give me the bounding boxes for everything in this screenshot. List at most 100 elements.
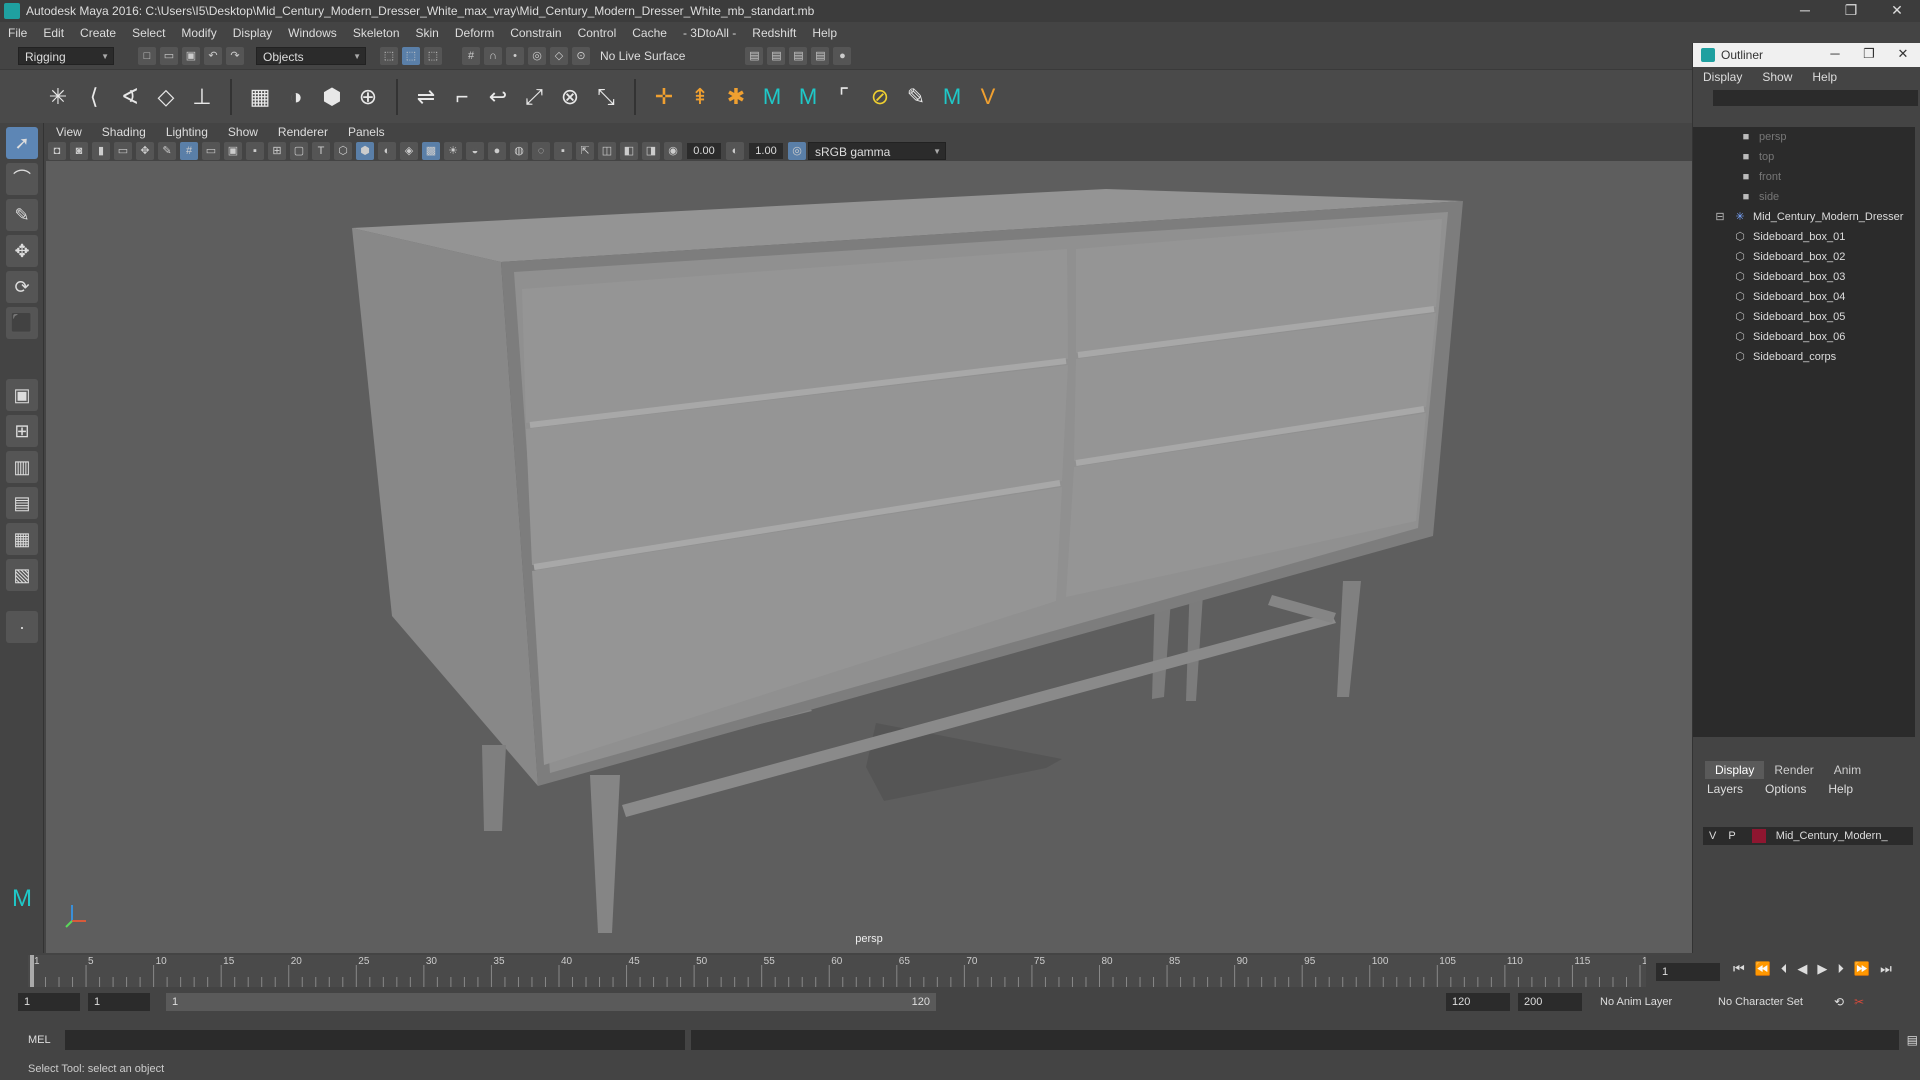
play-backward-icon[interactable]: ◀ <box>1797 961 1807 977</box>
menu-windows[interactable]: Windows <box>288 26 337 40</box>
xray-joints-icon[interactable]: ◧ <box>620 142 638 160</box>
range-slider-handle[interactable]: 1 120 <box>166 993 936 1011</box>
hypershade-icon[interactable]: ● <box>833 47 852 65</box>
menu-constrain[interactable]: Constrain <box>510 26 561 40</box>
outliner-item[interactable]: ⬡ Sideboard_box_01 <box>1693 227 1915 247</box>
isolate-select-icon[interactable]: ⇱ <box>576 142 594 160</box>
persp-viewport[interactable]: persp <box>46 161 1692 953</box>
resolution-gate-icon[interactable]: ▣ <box>224 142 242 160</box>
menu-create[interactable]: Create <box>80 26 116 40</box>
tab-render[interactable]: Render <box>1764 761 1823 779</box>
render-settings-icon[interactable]: ▤ <box>811 47 830 65</box>
locator-icon[interactable]: ✛ <box>650 83 678 111</box>
menu-redshift[interactable]: Redshift <box>752 26 796 40</box>
textured-icon[interactable]: ▩ <box>422 142 440 160</box>
outliner-item[interactable]: ⬡ Sideboard_corps <box>1693 347 1915 367</box>
panel-menu-show[interactable]: Show <box>228 125 258 139</box>
gamma-icon[interactable]: ◐ <box>726 142 744 160</box>
redo-icon[interactable]: ↷ <box>226 47 244 65</box>
menu-select[interactable]: Select <box>132 26 165 40</box>
screen-space-ao-icon[interactable]: ● <box>488 142 506 160</box>
panel-menu-panels[interactable]: Panels <box>348 125 385 139</box>
lattice-icon[interactable]: ⬢ <box>318 83 346 111</box>
outliner-layout-icon[interactable]: ▥ <box>6 451 38 483</box>
xray-icon[interactable]: ◫ <box>598 142 616 160</box>
live-surface-label[interactable]: No Live Surface <box>600 49 685 63</box>
safe-title-icon[interactable]: T <box>312 142 330 160</box>
bind-skin-icon[interactable]: ▦ <box>246 83 274 111</box>
menu-file[interactable]: File <box>8 26 27 40</box>
panel-menu-shading[interactable]: Shading <box>102 125 146 139</box>
menu-skeleton[interactable]: Skeleton <box>353 26 400 40</box>
outliner-item[interactable]: ■ top <box>1693 147 1915 167</box>
outliner-item[interactable]: ⬡ Sideboard_box_04 <box>1693 287 1915 307</box>
start-time-field[interactable]: 1 <box>18 993 80 1011</box>
select-hierarchy-icon[interactable]: ⬚ <box>380 47 398 65</box>
character-controls-icon[interactable]: M <box>794 83 822 111</box>
vray-icon[interactable]: V <box>974 83 1002 111</box>
safe-action-icon[interactable]: ▢ <box>290 142 308 160</box>
rotate-tool-icon[interactable]: ⟳ <box>6 271 38 303</box>
bookmark-icon[interactable]: ▮ <box>92 142 110 160</box>
aim-constraint-icon[interactable]: ⊗ <box>556 83 584 111</box>
multisample-aa-icon[interactable]: ◌ <box>532 142 550 160</box>
snap-point-icon[interactable]: • <box>506 47 524 65</box>
ik-spline-icon[interactable]: ∢ <box>116 83 144 111</box>
gate-mask-icon[interactable]: ▪ <box>246 142 264 160</box>
time-slider[interactable]: 1 5 10 15 20 25 30 35 40 45 50 55 60 65 70 75 80 85 90 95 10… <box>0 953 1920 989</box>
preferences-icon[interactable]: ✂ <box>1854 995 1864 1009</box>
undo-icon[interactable]: ↶ <box>204 47 222 65</box>
gamma-field[interactable]: 1.00 <box>749 143 783 159</box>
paint-select-icon[interactable]: ✎ <box>6 199 38 231</box>
single-view-icon[interactable]: ▣ <box>6 379 38 411</box>
step-back-frame-icon[interactable]: ⏴ <box>1781 961 1788 977</box>
current-frame-field[interactable]: 1 <box>1656 963 1720 981</box>
save-scene-icon[interactable]: ▣ <box>182 47 200 65</box>
tab-anim[interactable]: Anim <box>1824 761 1871 779</box>
use-default-material-icon[interactable]: ◐ <box>378 142 396 160</box>
playback-end-field[interactable]: 120 <box>1446 993 1510 1011</box>
outliner-item[interactable]: ■ persp <box>1693 127 1915 147</box>
wireframe-icon[interactable]: ⬡ <box>334 142 352 160</box>
outliner-maximize-button[interactable]: ❐ <box>1852 43 1886 67</box>
camera-select-icon[interactable]: ◘ <box>48 142 66 160</box>
render-frame-icon[interactable]: ▤ <box>767 47 786 65</box>
layer-row[interactable]: V P Mid_Century_Modern_ <box>1703 827 1913 845</box>
open-scene-icon[interactable]: ▭ <box>160 47 178 65</box>
wrap-deformer-icon[interactable]: ✎ <box>902 83 930 111</box>
outliner-item[interactable]: ⬡ Sideboard_box_06 <box>1693 327 1915 347</box>
grid-toggle-icon[interactable]: # <box>180 142 198 160</box>
close-button[interactable]: ✕ <box>1874 0 1920 22</box>
depth-of-field-icon[interactable]: ▪ <box>554 142 572 160</box>
lasso-tool-icon[interactable]: ⌒ <box>6 163 38 195</box>
move-tool-icon[interactable]: ✥ <box>6 235 38 267</box>
step-forward-key-icon[interactable]: ⏩ <box>1854 961 1870 977</box>
render-view-icon[interactable]: ▤ <box>745 47 764 65</box>
menu-help[interactable]: Help <box>812 26 837 40</box>
select-object-icon[interactable]: ⬚ <box>402 47 420 65</box>
scale-tool-icon[interactable]: ⬛ <box>6 307 38 339</box>
xray-components-icon[interactable]: ◨ <box>642 142 660 160</box>
playback-start-field[interactable]: 1 <box>88 993 150 1011</box>
step-forward-frame-icon[interactable]: ⏵ <box>1837 961 1844 977</box>
command-language-label[interactable]: MEL <box>28 1034 51 1046</box>
select-tool-icon[interactable]: ➚ <box>6 127 38 159</box>
command-input[interactable] <box>64 1030 685 1050</box>
scale-constraint-icon[interactable]: ⤢ <box>520 83 548 111</box>
layer-menu-layers[interactable]: Layers <box>1707 782 1743 796</box>
view-transform-dropdown[interactable]: sRGB gamma <box>808 142 946 161</box>
select-component-icon[interactable]: ⬚ <box>424 47 442 65</box>
collapse-toggle-icon[interactable]: ⊟ <box>1713 211 1727 223</box>
tab-display[interactable]: Display <box>1705 761 1765 779</box>
2d-pan-icon[interactable]: ✥ <box>136 142 154 160</box>
image-plane-icon[interactable]: ▭ <box>114 142 132 160</box>
ipr-render-icon[interactable]: ▤ <box>789 47 808 65</box>
maya-rig-icon[interactable]: M <box>938 83 966 111</box>
outliner-item[interactable]: ■ front <box>1693 167 1915 187</box>
menu-deform[interactable]: Deform <box>455 26 494 40</box>
field-chart-icon[interactable]: ⊞ <box>268 142 286 160</box>
camera-attributes-icon[interactable]: ◙ <box>70 142 88 160</box>
ik-fk-icon[interactable]: ⇞ <box>686 83 714 111</box>
use-all-lights-icon[interactable]: ☀ <box>444 142 462 160</box>
paint-weights-icon[interactable]: ◑ <box>282 83 310 111</box>
